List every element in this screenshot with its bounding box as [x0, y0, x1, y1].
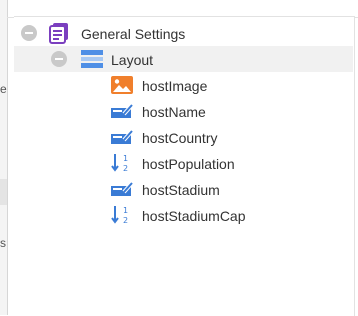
tree-node-label: hostImage	[142, 78, 208, 94]
collapse-toggle-layout[interactable]	[51, 51, 67, 67]
left-panel-selected-row[interactable]	[0, 179, 7, 205]
layout-icon	[81, 50, 103, 68]
image-icon	[111, 76, 133, 94]
text-field-icon	[111, 129, 133, 144]
tree-node-label: hostPopulation	[142, 156, 235, 172]
tree-node-label: hostName	[142, 104, 206, 120]
tree-node-label: General Settings	[81, 26, 186, 42]
text-field-icon	[111, 103, 133, 118]
tree-leaf-host-name[interactable]: hostName	[14, 98, 353, 124]
tree-leaf-host-country[interactable]: hostCountry	[14, 124, 353, 150]
left-panel: e s	[0, 0, 8, 315]
left-panel-text-fragment: e	[0, 82, 7, 96]
svg-text:2: 2	[123, 164, 128, 173]
tree-leaf-host-stadium[interactable]: hostStadium	[14, 176, 353, 202]
collapse-toggle-general-settings[interactable]	[21, 25, 37, 41]
tree-node-label: hostStadium	[142, 182, 220, 198]
tree-leaf-host-image[interactable]: hostImage	[14, 72, 353, 98]
tree-leaf-host-stadium-cap[interactable]: 1 2 hostStadiumCap	[14, 202, 353, 228]
form-icon	[49, 23, 68, 44]
svg-text:1: 1	[123, 206, 128, 215]
svg-text:2: 2	[123, 216, 128, 225]
tree-node-layout[interactable]: Layout	[14, 46, 353, 72]
svg-text:1: 1	[123, 154, 128, 163]
settings-tree: General Settings Layout hostImage hostNa…	[14, 16, 355, 316]
tree-node-label: Layout	[111, 52, 154, 68]
text-field-icon	[111, 181, 133, 196]
tree-leaf-host-population[interactable]: 1 2 hostPopulation	[14, 150, 353, 176]
number-field-icon: 1 2	[111, 206, 128, 225]
tree-node-label: hostCountry	[142, 130, 218, 146]
tree-node-label: hostStadiumCap	[142, 208, 246, 224]
left-panel-text-fragment: s	[0, 236, 6, 250]
tree-node-general-settings[interactable]: General Settings	[14, 20, 353, 46]
number-field-icon: 1 2	[111, 154, 128, 173]
